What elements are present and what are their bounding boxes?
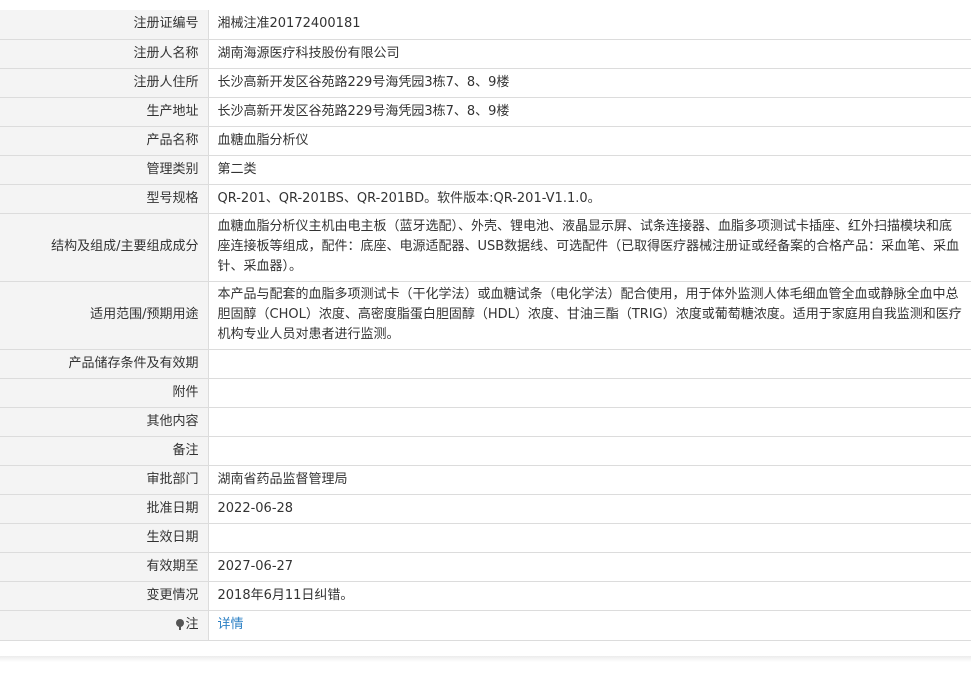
table-row: 适用范围/预期用途 本产品与配套的血脂多项测试卡（干化学法）或血糖试条（电化学法… xyxy=(0,281,971,350)
table-row: 生效日期 xyxy=(0,523,971,553)
row-value-approval-date: 2022-06-28 xyxy=(208,494,971,524)
row-label-storage-validity: 产品储存条件及有效期 xyxy=(0,349,209,379)
row-value-valid-until: 2027-06-27 xyxy=(208,552,971,582)
row-label-other-content: 其他内容 xyxy=(0,407,209,437)
bottom-divider xyxy=(0,656,971,662)
table-row: 结构及组成/主要组成成分 血糖血脂分析仪主机由电主板（蓝牙选配）、外壳、锂电池、… xyxy=(0,213,971,282)
row-value-storage-validity xyxy=(208,349,971,379)
row-value-registration-number: 湘械注准20172400181 xyxy=(208,10,971,40)
details-link[interactable]: 详情 xyxy=(218,617,244,632)
row-value-product-name: 血糖血脂分析仪 xyxy=(208,126,971,156)
row-label-valid-until: 有效期至 xyxy=(0,552,209,582)
row-label-product-name: 产品名称 xyxy=(0,126,209,156)
row-value-model-spec: QR-201、QR-201BS、QR-201BD。软件版本:QR-201-V1.… xyxy=(208,184,971,214)
table-row: 有效期至 2027-06-27 xyxy=(0,552,971,582)
table-row: 附件 xyxy=(0,378,971,408)
table-row: 变更情况 2018年6月11日纠错。 xyxy=(0,581,971,611)
row-label-management-category: 管理类别 xyxy=(0,155,209,185)
row-value-change-history: 2018年6月11日纠错。 xyxy=(208,581,971,611)
row-label-remarks: 备注 xyxy=(0,436,209,466)
row-label-registrant-name: 注册人名称 xyxy=(0,39,209,69)
row-label-attachments: 附件 xyxy=(0,378,209,408)
row-value-note: 详情 xyxy=(208,610,971,641)
table-row: 批准日期 2022-06-28 xyxy=(0,494,971,524)
table-row: 管理类别 第二类 xyxy=(0,155,971,185)
row-value-production-address: 长沙高新开发区谷苑路229号海凭园3栋7、8、9楼 xyxy=(208,97,971,127)
row-label-approval-department: 审批部门 xyxy=(0,465,209,495)
row-value-registrant-name: 湖南海源医疗科技股份有限公司 xyxy=(208,39,971,69)
row-value-intended-use: 本产品与配套的血脂多项测试卡（干化学法）或血糖试条（电化学法）配合使用，用于体外… xyxy=(208,281,971,350)
row-label-change-history: 变更情况 xyxy=(0,581,209,611)
row-value-management-category: 第二类 xyxy=(208,155,971,185)
row-label-effective-date: 生效日期 xyxy=(0,523,209,553)
table-row: 注册人名称 湖南海源医疗科技股份有限公司 xyxy=(0,39,971,69)
row-label-structure-composition: 结构及组成/主要组成成分 xyxy=(0,213,209,282)
table-row: 备注 xyxy=(0,436,971,466)
row-label-registration-number: 注册证编号 xyxy=(0,10,209,40)
row-label-intended-use: 适用范围/预期用途 xyxy=(0,281,209,350)
row-value-attachments xyxy=(208,378,971,408)
row-label-registrant-address: 注册人住所 xyxy=(0,68,209,98)
note-label: 注 xyxy=(185,617,199,632)
row-label-production-address: 生产地址 xyxy=(0,97,209,127)
registration-detail-table: 注册证编号 湘械注准20172400181 注册人名称 湖南海源医疗科技股份有限… xyxy=(0,10,971,641)
row-value-approval-department: 湖南省药品监督管理局 xyxy=(208,465,971,495)
row-value-remarks xyxy=(208,436,971,466)
table-row: 审批部门 湖南省药品监督管理局 xyxy=(0,465,971,495)
row-value-registrant-address: 长沙高新开发区谷苑路229号海凭园3栋7、8、9楼 xyxy=(208,68,971,98)
row-value-other-content xyxy=(208,407,971,437)
table-row: 生产地址 长沙高新开发区谷苑路229号海凭园3栋7、8、9楼 xyxy=(0,97,971,127)
row-value-structure-composition: 血糖血脂分析仪主机由电主板（蓝牙选配）、外壳、锂电池、液晶显示屏、试条连接器、血… xyxy=(208,213,971,282)
table-row: 注 详情 xyxy=(0,610,971,641)
row-label-approval-date: 批准日期 xyxy=(0,494,209,524)
row-value-effective-date xyxy=(208,523,971,553)
table-row: 型号规格 QR-201、QR-201BS、QR-201BD。软件版本:QR-20… xyxy=(0,184,971,214)
table-row: 注册证编号 湘械注准20172400181 xyxy=(0,10,971,40)
table-row: 其他内容 xyxy=(0,407,971,437)
table-row: 注册人住所 长沙高新开发区谷苑路229号海凭园3栋7、8、9楼 xyxy=(0,68,971,98)
table-row: 产品储存条件及有效期 xyxy=(0,349,971,379)
pin-icon xyxy=(176,619,185,630)
table-row: 产品名称 血糖血脂分析仪 xyxy=(0,126,971,156)
row-label-model-spec: 型号规格 xyxy=(0,184,209,214)
row-label-note: 注 xyxy=(0,610,209,641)
